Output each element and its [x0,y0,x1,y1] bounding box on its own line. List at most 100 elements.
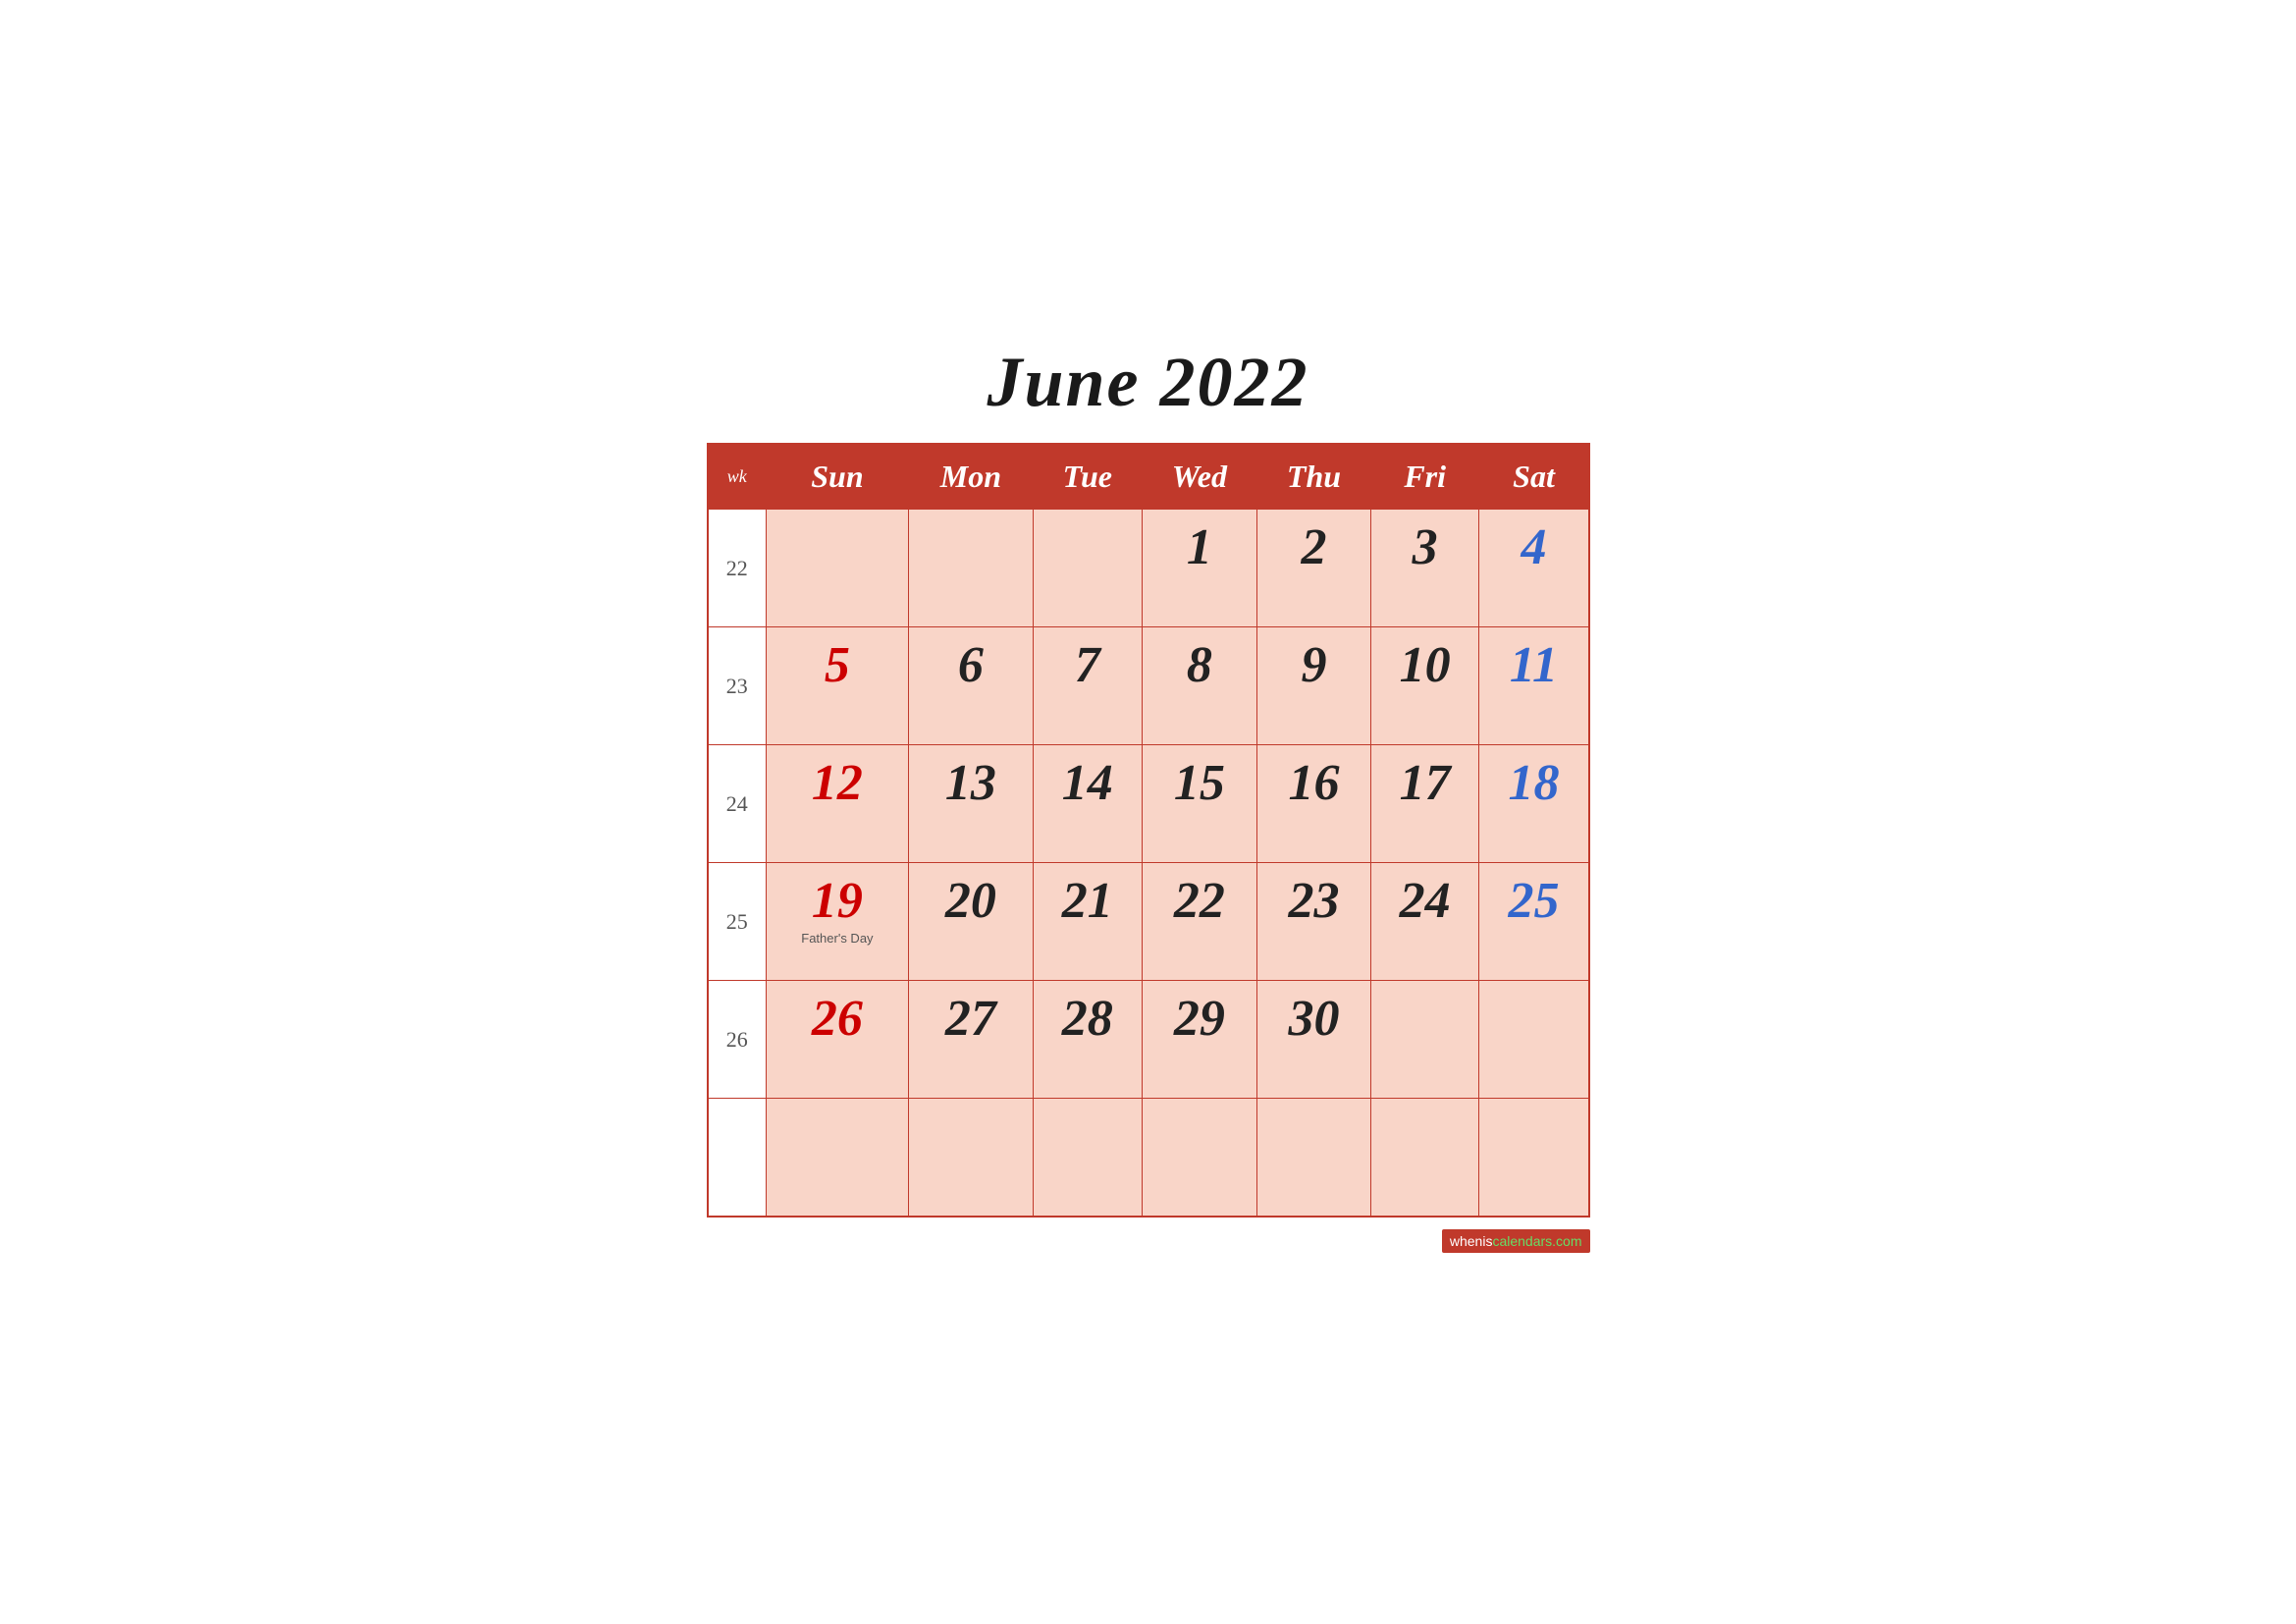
day-number: 12 [774,755,900,811]
day-number: 22 [1150,873,1250,929]
day-cell: 22 [1142,863,1257,981]
day-number: 17 [1379,755,1471,811]
day-cell [1479,981,1589,1099]
day-number: 6 [917,637,1025,693]
day-cell [1479,1099,1589,1217]
day-cell [908,510,1033,627]
header-mon: Mon [908,444,1033,510]
wk-cell: 22 [708,510,767,627]
day-number: 3 [1379,519,1471,575]
day-cell [767,1099,909,1217]
day-cell: 1 [1142,510,1257,627]
day-cell: 19 Father's Day [767,863,909,981]
day-number: 13 [917,755,1025,811]
calendar-title: June 2022 [707,342,1590,423]
header-row: wk Sun Mon Tue Wed Thu Fri Sat [708,444,1589,510]
day-cell: 9 [1257,627,1371,745]
day-cell: 18 [1479,745,1589,863]
day-number: 14 [1041,755,1134,811]
day-event-label: Father's Day [774,931,900,946]
header-sat: Sat [1479,444,1589,510]
wk-cell: 26 [708,981,767,1099]
day-cell: 25 [1479,863,1589,981]
day-cell [1142,1099,1257,1217]
day-cell: 6 [908,627,1033,745]
day-number: 25 [1487,873,1579,929]
day-number: 24 [1379,873,1471,929]
day-cell: 3 [1370,510,1479,627]
day-cell [1033,1099,1142,1217]
day-cell: 12 [767,745,909,863]
day-number: 28 [1041,991,1134,1047]
day-number: 18 [1487,755,1579,811]
wk-cell: 23 [708,627,767,745]
day-number: 7 [1041,637,1134,693]
day-number: 21 [1041,873,1134,929]
wk-cell: 25 [708,863,767,981]
footer: wheniscalendars.com [707,1229,1590,1253]
day-number: 9 [1265,637,1362,693]
day-cell: 4 [1479,510,1589,627]
footer-prefix: whenis [1450,1233,1493,1249]
day-number: 29 [1150,991,1250,1047]
header-tue: Tue [1033,444,1142,510]
footer-link[interactable]: wheniscalendars.com [1442,1229,1590,1253]
day-cell: 20 [908,863,1033,981]
day-number: 26 [774,991,900,1047]
calendar-week-row: 2356789 10 11 [708,627,1589,745]
day-number: 20 [917,873,1025,929]
day-cell: 2 [1257,510,1371,627]
day-cell [908,1099,1033,1217]
calendar-week-row: 2412 13 14 15 16 17 18 [708,745,1589,863]
day-number: 2 [1265,519,1362,575]
day-cell: 30 [1257,981,1371,1099]
day-cell: 7 [1033,627,1142,745]
calendar-week-row [708,1099,1589,1217]
day-number: 10 [1379,637,1471,693]
day-number: 30 [1265,991,1362,1047]
calendar-week-row: 22 1234 [708,510,1589,627]
day-number: 8 [1150,637,1250,693]
day-cell: 28 [1033,981,1142,1099]
day-number: 15 [1150,755,1250,811]
day-cell: 23 [1257,863,1371,981]
day-cell: 5 [767,627,909,745]
day-number: 19 [774,873,900,929]
calendar-week-row: 2519Father's Day202122232425 [708,863,1589,981]
day-cell: 16 [1257,745,1371,863]
day-number: 16 [1265,755,1362,811]
calendar-week-row: 2626 27 28 29 30 [708,981,1589,1099]
footer-suffix: calendars.com [1492,1233,1581,1249]
wk-cell: 24 [708,745,767,863]
day-cell: 14 [1033,745,1142,863]
calendar-wrapper: June 2022 wk Sun Mon Tue Wed Thu Fri Sat… [677,322,1620,1302]
day-number: 11 [1487,637,1579,693]
day-cell [1370,981,1479,1099]
day-cell: 27 [908,981,1033,1099]
wk-cell [708,1099,767,1217]
day-cell: 10 [1370,627,1479,745]
day-cell [767,510,909,627]
day-cell [1257,1099,1371,1217]
day-cell: 26 [767,981,909,1099]
day-number: 27 [917,991,1025,1047]
day-number: 23 [1265,873,1362,929]
wk-header: wk [708,444,767,510]
day-cell: 13 [908,745,1033,863]
day-number: 1 [1150,519,1250,575]
header-wed: Wed [1142,444,1257,510]
day-cell: 29 [1142,981,1257,1099]
header-sun: Sun [767,444,909,510]
header-fri: Fri [1370,444,1479,510]
day-cell: 24 [1370,863,1479,981]
day-number: 4 [1487,519,1579,575]
day-cell: 11 [1479,627,1589,745]
header-thu: Thu [1257,444,1371,510]
day-cell: 21 [1033,863,1142,981]
day-cell: 15 [1142,745,1257,863]
day-cell: 8 [1142,627,1257,745]
day-cell [1033,510,1142,627]
day-number: 5 [774,637,900,693]
day-cell: 17 [1370,745,1479,863]
day-cell [1370,1099,1479,1217]
